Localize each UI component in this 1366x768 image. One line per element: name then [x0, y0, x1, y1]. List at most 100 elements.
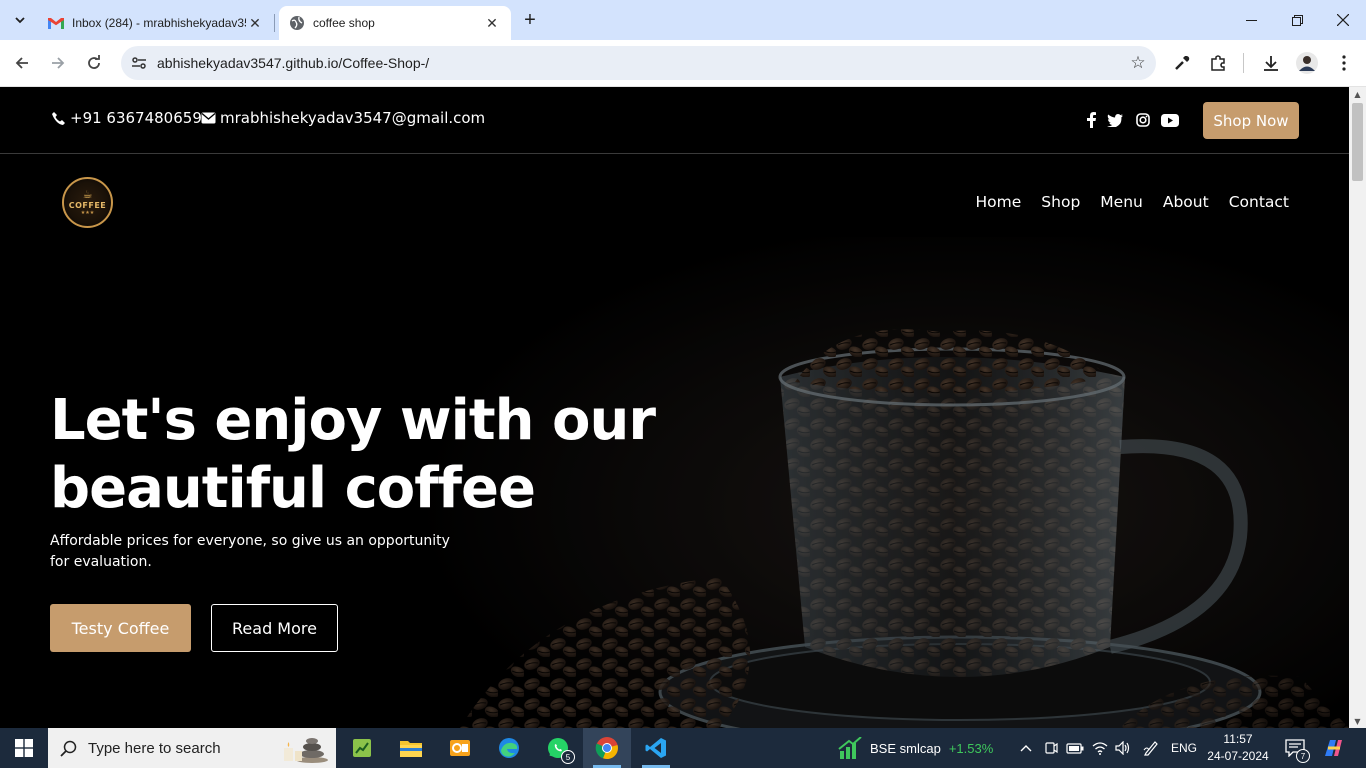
browser-toolbar: abhishekyadav3547.github.io/Coffee-Shop-…: [0, 40, 1366, 87]
outlook-icon: [450, 740, 470, 756]
vscode-icon: [645, 738, 666, 758]
taskbar-app-file-explorer[interactable]: [387, 728, 435, 768]
coffee-cup-icon: ☕: [82, 188, 93, 201]
meet-now-icon[interactable]: [1041, 728, 1061, 768]
start-button[interactable]: [0, 728, 48, 768]
envelope-icon: [200, 110, 216, 126]
new-tab-button[interactable]: +: [518, 8, 542, 32]
whatsapp-unread-badge: 5: [561, 750, 575, 764]
youtube-icon[interactable]: [1161, 111, 1179, 129]
windows-taskbar: Type here to search 5 BSE smlcap +1.53% …: [0, 728, 1366, 768]
scrollbar-thumb[interactable]: [1352, 103, 1363, 181]
hero-title-line-1: Let's enjoy with our: [50, 388, 656, 453]
page-scrollbar[interactable]: ▲ ▼: [1349, 87, 1366, 728]
close-window-button[interactable]: [1320, 0, 1366, 40]
notification-center-button[interactable]: 7: [1282, 728, 1310, 768]
taskbar-app-whatsapp[interactable]: 5: [534, 728, 582, 768]
address-bar[interactable]: abhishekyadav3547.github.io/Coffee-Shop-…: [121, 46, 1156, 80]
nav-shop[interactable]: Shop: [1041, 193, 1080, 211]
clock-time: 11:57: [1223, 732, 1253, 746]
minimize-button[interactable]: [1228, 0, 1274, 40]
hero-title-line-2: beautiful coffee: [50, 456, 536, 521]
phone-number: +91 6367480659: [70, 109, 202, 127]
stock-change: +1.53%: [948, 740, 994, 756]
search-placeholder: Type here to search: [88, 739, 221, 757]
more-menu-icon[interactable]: [1332, 51, 1356, 75]
hero-title: Let's enjoy with our beautiful coffee: [50, 387, 670, 523]
search-highlight-candles-image: [284, 738, 328, 763]
testy-coffee-button[interactable]: Testy Coffee: [50, 604, 191, 652]
close-tab-icon[interactable]: ✕: [246, 15, 264, 32]
restore-icon: [1291, 14, 1303, 26]
notification-count-badge: 7: [1296, 749, 1310, 763]
main-navigation: Home Shop Menu About Contact: [976, 193, 1289, 211]
toolbar-divider: [1243, 53, 1244, 73]
stock-chart-icon: [838, 737, 862, 759]
downloads-icon[interactable]: [1259, 51, 1283, 75]
pen-ink-icon[interactable]: [1140, 728, 1162, 768]
tab-divider: [274, 14, 275, 32]
taskbar-clock[interactable]: 11:57 24-07-2024: [1204, 731, 1272, 765]
reload-button[interactable]: [80, 49, 108, 77]
email-contact[interactable]: mrabhishekyadav3547@gmail.com: [200, 109, 485, 127]
copilot-icon[interactable]: [1318, 728, 1348, 768]
tab-coffee-shop[interactable]: coffee shop ✕: [279, 6, 511, 40]
url-text[interactable]: abhishekyadav3547.github.io/Coffee-Shop-…: [157, 55, 1120, 71]
scroll-up-arrow-icon[interactable]: ▲: [1349, 87, 1366, 101]
tab-title: Inbox (284) - mrabhishekyadav3547@gmail.…: [72, 16, 246, 30]
twitter-icon[interactable]: [1106, 111, 1124, 129]
show-hidden-icons-button[interactable]: [1016, 728, 1036, 768]
taskbar-app-outlook[interactable]: [436, 728, 484, 768]
top-contact-bar: +91 6367480659 mrabhishekyadav3547@gmail…: [0, 87, 1349, 154]
stock-name: BSE smlcap: [870, 740, 941, 756]
gmail-icon: [48, 15, 64, 31]
back-button[interactable]: [8, 49, 36, 77]
coffee-shop-page: +91 6367480659 mrabhishekyadav3547@gmail…: [0, 87, 1349, 728]
close-tab-icon[interactable]: ✕: [483, 15, 501, 32]
taskbar-app-edge[interactable]: [485, 728, 533, 768]
hero-subtitle: Affordable prices for everyone, so give …: [50, 533, 450, 570]
close-icon: [1337, 14, 1349, 26]
phone-contact[interactable]: +91 6367480659: [50, 109, 202, 127]
bookmark-star-icon[interactable]: ☆: [1120, 53, 1156, 73]
instagram-icon[interactable]: [1134, 111, 1152, 129]
nav-about[interactable]: About: [1163, 193, 1209, 211]
coffee-logo[interactable]: ☕ COFFEE ★★★: [62, 177, 113, 228]
battery-icon[interactable]: [1064, 728, 1086, 768]
tab-search-button[interactable]: [6, 6, 34, 34]
nav-contact[interactable]: Contact: [1229, 193, 1289, 211]
nav-menu[interactable]: Menu: [1100, 193, 1143, 211]
minimize-icon: [1245, 19, 1257, 21]
chevron-down-icon: [15, 17, 25, 24]
input-language-indicator[interactable]: ENG: [1168, 728, 1200, 768]
taskbar-search-box[interactable]: Type here to search: [48, 728, 336, 768]
eyedropper-extension-icon[interactable]: [1170, 51, 1194, 75]
taskbar-app-vscode[interactable]: [632, 728, 680, 768]
taskbar-app-notes[interactable]: [338, 728, 386, 768]
volume-icon[interactable]: [1112, 728, 1134, 768]
chart-app-icon: [353, 739, 371, 757]
taskbar-app-chrome[interactable]: [583, 728, 631, 768]
scroll-down-arrow-icon[interactable]: ▼: [1349, 714, 1366, 728]
arrow-right-icon: [52, 57, 65, 69]
wifi-icon[interactable]: [1089, 728, 1111, 768]
extensions-puzzle-icon[interactable]: [1206, 51, 1230, 75]
arrow-left-icon: [15, 57, 28, 69]
read-more-button[interactable]: Read More: [211, 604, 338, 652]
phone-icon: [50, 110, 66, 126]
folder-icon: [400, 741, 422, 757]
tab-gmail[interactable]: Inbox (284) - mrabhishekyadav3547@gmail.…: [38, 6, 274, 40]
globe-icon: [289, 15, 305, 31]
search-icon: [48, 740, 88, 757]
restore-button[interactable]: [1274, 0, 1320, 40]
shop-now-button[interactable]: Shop Now: [1203, 102, 1299, 139]
logo-stars-decoration: ★★★: [80, 210, 95, 216]
stock-widget[interactable]: BSE smlcap +1.53%: [838, 728, 993, 768]
email-address: mrabhishekyadav3547@gmail.com: [220, 109, 486, 127]
facebook-icon[interactable]: [1082, 111, 1100, 129]
site-info-icon[interactable]: [121, 55, 157, 71]
profile-avatar-icon[interactable]: [1295, 51, 1319, 75]
browser-tab-strip: Inbox (284) - mrabhishekyadav3547@gmail.…: [0, 0, 1366, 40]
forward-button[interactable]: [44, 49, 72, 77]
nav-home[interactable]: Home: [976, 193, 1022, 211]
